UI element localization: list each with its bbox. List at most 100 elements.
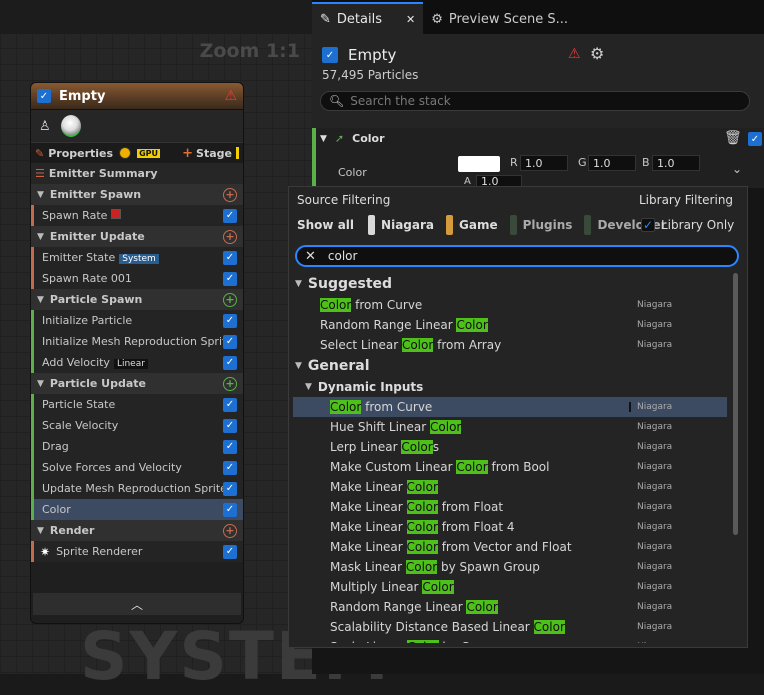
expand-triangle-icon[interactable]: ▼: [305, 382, 312, 392]
add-stage-button[interactable]: + Stage: [182, 146, 239, 161]
add-module-icon[interactable]: +: [223, 376, 237, 391]
result-item[interactable]: Multiply Linear Color Niagara: [293, 577, 727, 597]
module-item[interactable]: Spawn Rate ✓: [31, 205, 243, 226]
module-item[interactable]: Spawn Rate 001 ✓: [31, 268, 243, 289]
module-enable-checkbox[interactable]: ✓: [223, 481, 237, 496]
module-item[interactable]: Add Velocity Linear ✓: [31, 352, 243, 373]
suggested-group[interactable]: ▼ Suggested: [293, 273, 727, 295]
result-item[interactable]: Make Linear Color from Float Niagara: [293, 497, 727, 517]
add-module-icon[interactable]: +: [223, 187, 237, 202]
module-enable-checkbox[interactable]: ✓: [223, 544, 237, 559]
stack-section-header[interactable]: ▼ Emitter Spawn +: [31, 184, 243, 205]
module-enable-checkbox[interactable]: ✓: [223, 250, 237, 265]
emitter-node-header[interactable]: ✓ Empty ⚠: [31, 83, 243, 110]
result-item[interactable]: Make Custom Linear Color from Bool Niagar…: [293, 457, 727, 477]
clear-search-icon[interactable]: ✕: [305, 249, 316, 264]
result-item[interactable]: Make Linear Color Niagara: [293, 477, 727, 497]
stack-section-header[interactable]: ▼ Particle Update +: [31, 373, 243, 394]
module-enable-checkbox[interactable]: ✓: [223, 208, 237, 223]
collapse-triangle-icon[interactable]: ▼: [320, 134, 327, 144]
filter-input[interactable]: ✕ color: [295, 245, 739, 267]
collapse-triangle-icon[interactable]: ▼: [37, 295, 44, 305]
warning-icon[interactable]: ⚠: [224, 88, 237, 104]
result-item[interactable]: Color from Curve Niagara: [293, 397, 727, 417]
module-item[interactable]: ✷ Sprite Renderer ✓: [31, 541, 243, 562]
module-item[interactable]: Drag ✓: [31, 436, 243, 457]
module-enable-checkbox[interactable]: ✓: [223, 397, 237, 412]
graph-canvas[interactable]: Zoom 1:1 SYSTEM ✓ Empty ⚠ ♙ ✎ Properties…: [0, 0, 389, 695]
add-module-icon[interactable]: +: [223, 292, 237, 307]
emitter-properties-icon[interactable]: ♙: [39, 119, 51, 134]
module-enable-checkbox[interactable]: ✓: [223, 502, 237, 517]
module-item[interactable]: Particle State ✓: [31, 394, 243, 415]
expand-triangle-icon[interactable]: ▼: [295, 279, 302, 289]
expand-triangle-icon[interactable]: ▼: [295, 361, 302, 371]
module-item[interactable]: Solve Forces and Velocity ✓: [31, 457, 243, 478]
collapse-triangle-icon[interactable]: ▼: [37, 190, 44, 200]
show-all-button[interactable]: Show all: [297, 215, 360, 235]
properties-row[interactable]: ✎ Properties GPU + Stage: [31, 142, 243, 163]
collapse-node-button[interactable]: ︿: [33, 593, 241, 615]
result-item[interactable]: Random Range Linear Color Niagara: [293, 315, 727, 335]
tab-details[interactable]: ✎ Details ✕: [312, 2, 424, 34]
library-only-checkbox[interactable]: ✓: [641, 218, 655, 232]
source-chip-niagara[interactable]: Niagara: [368, 215, 440, 235]
module-item[interactable]: Initialize Particle ✓: [31, 310, 243, 331]
result-item[interactable]: Make Linear Color from Vector and Float N…: [293, 537, 727, 557]
add-module-icon[interactable]: +: [223, 523, 237, 538]
module-enable-checkbox[interactable]: ✓: [748, 132, 762, 146]
result-item[interactable]: Hue Shift Linear Color Niagara: [293, 417, 727, 437]
g-input[interactable]: 1.0: [588, 155, 636, 171]
dynamic-inputs-group[interactable]: ▼ Dynamic Inputs: [293, 377, 727, 397]
delete-icon[interactable]: 🗑︎: [724, 130, 742, 146]
module-enable-checkbox[interactable]: ✓: [223, 439, 237, 454]
emitter-checkbox[interactable]: ✓: [322, 47, 338, 63]
result-item[interactable]: Color from Curve Niagara: [293, 295, 727, 315]
stack-section-header[interactable]: ▼ Particle Spawn +: [31, 289, 243, 310]
module-item[interactable]: Update Mesh Reproduction Sprite ✓: [31, 478, 243, 499]
module-enable-checkbox[interactable]: ✓: [223, 271, 237, 286]
color-swatch[interactable]: [458, 156, 500, 172]
r-input[interactable]: 1.0: [520, 155, 568, 171]
emitter-node[interactable]: ✓ Empty ⚠ ♙ ✎ Properties GPU + Stage ☰ E…: [30, 82, 244, 624]
module-enable-checkbox[interactable]: ✓: [223, 355, 237, 370]
result-item[interactable]: Scale Linear Color by Curve Niagara: [293, 637, 727, 643]
module-enable-checkbox[interactable]: ✓: [223, 313, 237, 328]
module-item[interactable]: Emitter State System ✓: [31, 247, 243, 268]
collapse-triangle-icon[interactable]: ▼: [37, 232, 44, 242]
module-item[interactable]: Color ✓: [31, 499, 243, 520]
result-item[interactable]: Mask Linear Color by Spawn Group Niagara: [293, 557, 727, 577]
result-text: Multiply Linear: [330, 580, 423, 594]
results-scrollbar[interactable]: [733, 273, 738, 535]
add-module-icon[interactable]: +: [223, 229, 237, 244]
module-enable-checkbox[interactable]: ✓: [223, 418, 237, 433]
stack-section-header[interactable]: ▼ Emitter Update +: [31, 226, 243, 247]
result-item[interactable]: Lerp Linear Colors Niagara: [293, 437, 727, 457]
result-item[interactable]: Scalability Distance Based Linear Color N…: [293, 617, 727, 637]
result-item[interactable]: Select Linear Color from Array Niagara: [293, 335, 727, 355]
emitter-summary-row[interactable]: ☰ Emitter Summary: [31, 163, 243, 184]
collapse-triangle-icon[interactable]: ▼: [37, 526, 44, 536]
gear-icon: ⚙: [431, 11, 443, 27]
source-chip-game[interactable]: Game: [446, 215, 504, 235]
module-item[interactable]: Initialize Mesh Reproduction Sprite ✓: [31, 331, 243, 352]
general-group[interactable]: ▼ General: [293, 355, 727, 377]
expand-chevron-icon[interactable]: ⌄: [732, 162, 742, 176]
stack-section-header[interactable]: ▼ Render +: [31, 520, 243, 541]
warning-icon[interactable]: ⚠: [568, 46, 581, 62]
result-item[interactable]: Random Range Linear Color Niagara: [293, 597, 727, 617]
source-chip-plugins[interactable]: Plugins: [509, 215, 579, 235]
close-tab-icon[interactable]: ✕: [406, 13, 415, 26]
result-label: Make Custom Linear Color from Bool: [330, 460, 549, 474]
settings-icon[interactable]: ⚙: [590, 44, 604, 63]
collapse-triangle-icon[interactable]: ▼: [37, 379, 44, 389]
tab-preview-scene[interactable]: ⚙ Preview Scene S...: [423, 4, 576, 34]
stack-search-input[interactable]: 🔍︎ Search the stack: [320, 91, 750, 111]
module-enable-checkbox[interactable]: ✓: [223, 334, 237, 349]
module-item[interactable]: Scale Velocity ✓: [31, 415, 243, 436]
emitter-enable-checkbox[interactable]: ✓: [37, 89, 51, 103]
sprite-thumbnail-icon[interactable]: [60, 115, 81, 137]
module-enable-checkbox[interactable]: ✓: [223, 460, 237, 475]
result-item[interactable]: Make Linear Color from Float 4 Niagara: [293, 517, 727, 537]
b-input[interactable]: 1.0: [652, 155, 700, 171]
